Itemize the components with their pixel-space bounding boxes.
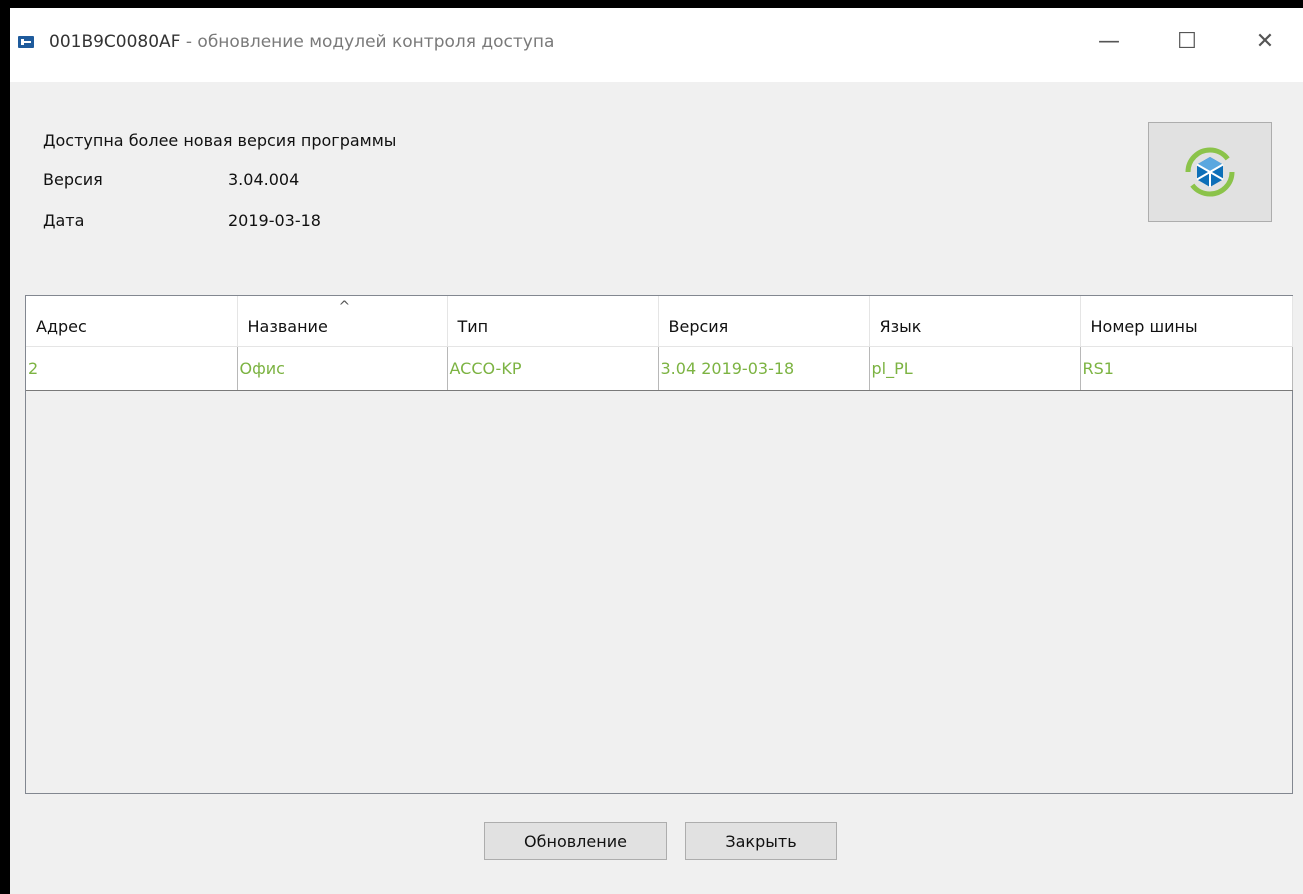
refresh-cube-icon xyxy=(1185,147,1235,197)
maximize-button[interactable]: ☐ xyxy=(1164,22,1210,62)
date-label: Дата xyxy=(43,211,85,230)
update-available-text: Доступна более новая версия программы xyxy=(43,131,397,150)
title-device-id: 001B9C0080AF xyxy=(49,32,181,52)
refresh-button[interactable] xyxy=(1148,122,1272,222)
column-header-version[interactable]: Версия xyxy=(658,296,870,347)
column-header-bus-number[interactable]: Номер шины xyxy=(1080,296,1293,347)
cell-language: pl_PL xyxy=(869,346,1081,391)
column-header-name-label: Название xyxy=(247,317,328,337)
close-window-button[interactable]: ✕ xyxy=(1242,22,1288,62)
column-header-type[interactable]: Тип xyxy=(447,296,659,347)
minimize-button[interactable]: — xyxy=(1086,22,1132,62)
column-header-name[interactable]: ^ Название xyxy=(237,296,448,347)
cell-version: 3.04 2019-03-18 xyxy=(658,346,870,391)
update-button[interactable]: Обновление xyxy=(484,822,667,860)
cell-bus-number: RS1 xyxy=(1080,346,1293,391)
version-value: 3.04.004 xyxy=(228,170,300,189)
close-button[interactable]: Закрыть xyxy=(685,822,837,860)
modules-table[interactable]: Адрес ^ Название Тип Версия Язык Номер ши… xyxy=(25,295,1293,794)
window-title: 001B9C0080AF - обновление модулей контро… xyxy=(49,32,554,52)
cell-name: Офис xyxy=(237,346,448,391)
version-label: Версия xyxy=(43,170,103,189)
cell-address: 2 xyxy=(26,346,238,391)
app-icon xyxy=(18,36,34,48)
update-window: 001B9C0080AF - обновление модулей контро… xyxy=(10,8,1303,894)
date-value: 2019-03-18 xyxy=(228,211,321,230)
title-bar[interactable]: 001B9C0080AF - обновление модулей контро… xyxy=(10,8,1303,82)
cell-type: ACCO-KP xyxy=(447,346,659,391)
table-row[interactable]: 2 Офис ACCO-KP 3.04 2019-03-18 pl_PL RS1 xyxy=(26,346,1293,391)
column-header-language[interactable]: Язык xyxy=(869,296,1081,347)
title-separator: - xyxy=(180,32,198,52)
sort-ascending-icon: ^ xyxy=(338,299,351,315)
table-header-row: Адрес ^ Название Тип Версия Язык Номер ши… xyxy=(26,296,1293,347)
title-text: обновление модулей контроля доступа xyxy=(197,32,555,52)
column-header-address[interactable]: Адрес xyxy=(26,296,238,347)
